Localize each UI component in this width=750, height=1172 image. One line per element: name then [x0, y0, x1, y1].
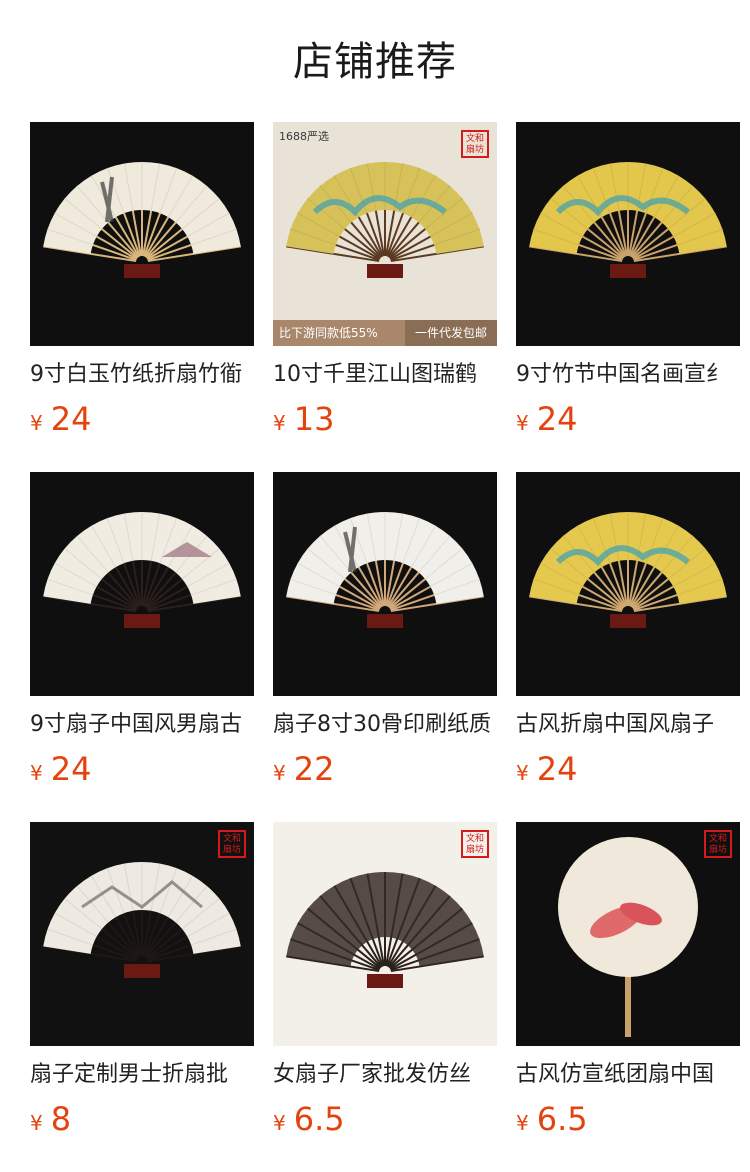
product-image[interactable]: 文和 扇坊: [273, 822, 497, 1046]
product-name[interactable]: 女扇子厂家批发仿丝: [273, 1058, 497, 1092]
shop-seal-icon: 文和 扇坊: [704, 830, 732, 858]
promo-discount: 比下游同款低55%: [273, 320, 405, 346]
product-card[interactable]: 文和 扇坊 古风仿宣纸团扇中国 ¥6.5: [516, 822, 740, 1172]
shop-seal-icon: 文和 扇坊: [461, 830, 489, 858]
product-price: ¥6.5: [273, 1096, 497, 1142]
currency-symbol: ¥: [30, 1111, 43, 1135]
product-image[interactable]: 文和 扇坊: [30, 822, 254, 1046]
product-image[interactable]: 1688严选 文和 扇坊 比下游同款低55% 一件代发包邮: [273, 122, 497, 346]
currency-symbol: ¥: [516, 761, 529, 785]
product-price: ¥24: [516, 396, 740, 442]
source-badge: 1688严选: [279, 130, 329, 143]
price-value: 24: [50, 750, 92, 788]
product-image[interactable]: [516, 122, 740, 346]
price-value: 24: [50, 400, 92, 438]
currency-symbol: ¥: [516, 1111, 529, 1135]
price-value: 6.5: [293, 1100, 345, 1138]
product-card[interactable]: 古风折扇中国风扇子 ¥24: [516, 472, 740, 822]
price-value: 6.5: [536, 1100, 588, 1138]
product-name[interactable]: 扇子8寸30骨印刷纸质: [273, 708, 497, 742]
product-price: ¥8: [30, 1096, 254, 1142]
product-card[interactable]: 9寸扇子中国风男扇古 ¥24: [30, 472, 254, 822]
product-price: ¥6.5: [516, 1096, 740, 1142]
price-value: 13: [293, 400, 335, 438]
price-value: 8: [50, 1100, 72, 1138]
currency-symbol: ¥: [273, 761, 286, 785]
product-price: ¥24: [30, 746, 254, 792]
currency-symbol: ¥: [273, 411, 286, 435]
product-price: ¥22: [273, 746, 497, 792]
currency-symbol: ¥: [273, 1111, 286, 1135]
product-card[interactable]: 9寸白玉竹纸折扇竹衜 ¥24: [30, 122, 254, 472]
product-name[interactable]: 扇子定制男士折扇批: [30, 1058, 254, 1092]
product-name[interactable]: 9寸白玉竹纸折扇竹衜: [30, 358, 254, 392]
product-image[interactable]: [273, 472, 497, 696]
product-name[interactable]: 9寸竹节中国名画宣纟: [516, 358, 740, 392]
shop-seal-icon: 文和 扇坊: [218, 830, 246, 858]
product-image[interactable]: 文和 扇坊: [516, 822, 740, 1046]
price-value: 24: [536, 400, 578, 438]
product-card[interactable]: 文和 扇坊 女扇子厂家批发仿丝 ¥6.5: [273, 822, 497, 1172]
currency-symbol: ¥: [516, 411, 529, 435]
product-name[interactable]: 9寸扇子中国风男扇古: [30, 708, 254, 742]
product-price: ¥24: [30, 396, 254, 442]
product-image[interactable]: [30, 122, 254, 346]
product-card[interactable]: 文和 扇坊 扇子定制男士折扇批 ¥8: [30, 822, 254, 1172]
price-value: 22: [293, 750, 335, 788]
product-card[interactable]: 1688严选 文和 扇坊 比下游同款低55% 一件代发包邮 10寸千里江山图瑞鹤 …: [273, 122, 497, 472]
product-card[interactable]: 扇子8寸30骨印刷纸质 ¥22: [273, 472, 497, 822]
product-image[interactable]: [30, 472, 254, 696]
product-image[interactable]: [516, 472, 740, 696]
product-card[interactable]: 9寸竹节中国名画宣纟 ¥24: [516, 122, 740, 472]
product-price: ¥24: [516, 746, 740, 792]
price-value: 24: [536, 750, 578, 788]
promo-shipping: 一件代发包邮: [405, 320, 497, 346]
currency-symbol: ¥: [30, 411, 43, 435]
section-title: 店铺推荐: [293, 39, 457, 85]
product-grid: 9寸白玉竹纸折扇竹衜 ¥24 1688严选 文和 扇坊 比下游同款低55% 一件代…: [30, 122, 740, 1172]
product-price: ¥13: [273, 396, 497, 442]
product-name[interactable]: 10寸千里江山图瑞鹤: [273, 358, 497, 392]
product-name[interactable]: 古风折扇中国风扇子: [516, 708, 740, 742]
product-name[interactable]: 古风仿宣纸团扇中国: [516, 1058, 740, 1092]
shop-seal-icon: 文和 扇坊: [461, 130, 489, 158]
promo-banner: 比下游同款低55% 一件代发包邮: [273, 320, 497, 346]
currency-symbol: ¥: [30, 761, 43, 785]
